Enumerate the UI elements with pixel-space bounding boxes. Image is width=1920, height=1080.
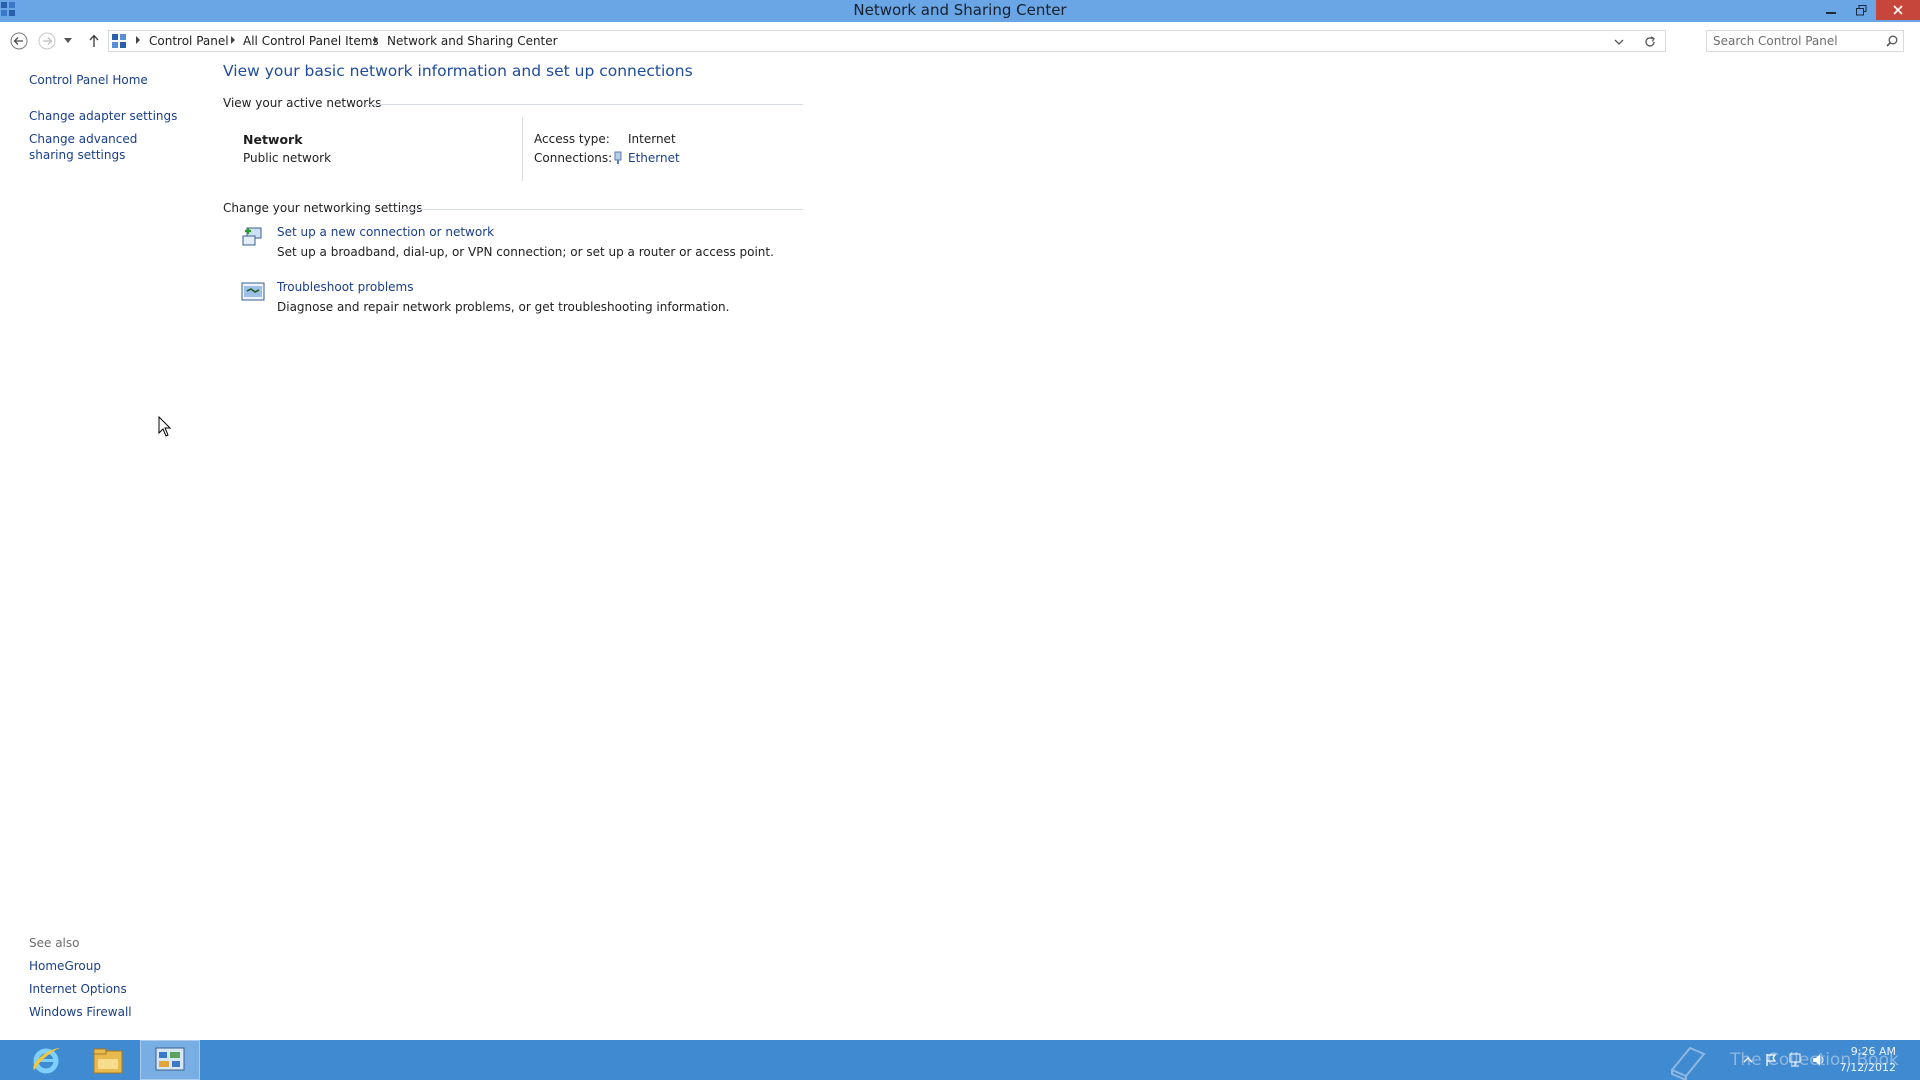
action-center-flag-icon[interactable] [1763,1052,1779,1068]
ethernet-icon [614,151,622,164]
change-adapter-settings-link[interactable]: Change adapter settings [29,108,189,124]
troubleshoot-problems-link[interactable]: Troubleshoot problems [277,280,413,294]
breadcrumb-separator[interactable] [231,36,235,44]
breadcrumb-control-panel[interactable]: Control Panel [149,34,229,48]
mouse-pointer-icon [158,416,172,437]
control-panel-icon [155,1047,185,1071]
section-divider [401,209,803,210]
control-panel-location-icon [112,34,126,48]
refresh-icon[interactable] [1643,35,1657,49]
troubleshoot-description: Diagnose and repair network problems, or… [277,300,730,314]
title-bar: Network and Sharing Center [0,0,1920,22]
address-bar[interactable]: Control Panel All Control Panel Items Ne… [108,30,1666,52]
breadcrumb-network-and-sharing-center[interactable]: Network and Sharing Center [387,34,558,48]
file-explorer-taskbar-button[interactable] [78,1040,138,1080]
internet-explorer-taskbar-button[interactable] [16,1040,76,1080]
change-advanced-sharing-settings-link[interactable]: Change advanced sharing settings [29,131,174,163]
window-title: Network and Sharing Center [853,1,1067,19]
address-history-chevron-icon[interactable] [1613,36,1625,48]
folder-icon [93,1048,123,1074]
connections-label: Connections: [534,151,613,165]
chevron-down-icon [64,38,72,43]
homegroup-link[interactable]: HomeGroup [29,958,199,974]
breadcrumb-all-control-panel-items[interactable]: All Control Panel Items [243,34,379,48]
up-arrow-icon [89,34,99,47]
volume-icon[interactable] [1811,1052,1827,1068]
new-connection-icon [242,227,262,246]
network-category-link[interactable]: Public network [243,151,331,165]
see-also-section: See also HomeGroup Internet Options Wind… [29,936,199,1027]
internet-options-link[interactable]: Internet Options [29,981,199,997]
control-panel-home-link[interactable]: Control Panel Home [29,72,189,88]
forward-button[interactable] [37,31,57,51]
section-divider [365,104,803,105]
network-info-divider [522,117,523,181]
search-box[interactable] [1706,30,1904,52]
up-button[interactable] [84,31,104,51]
access-type-label: Access type: [534,132,610,146]
internet-explorer-icon [33,1048,60,1074]
ethernet-connection-link[interactable]: Ethernet [628,151,680,165]
restore-button[interactable] [1846,0,1876,20]
back-button[interactable] [9,31,29,51]
windows-firewall-link[interactable]: Windows Firewall [29,1004,199,1020]
setup-connection-description: Set up a broadband, dial-up, or VPN conn… [277,245,774,259]
clock-time: 9:26 AM [1850,1045,1896,1058]
breadcrumb-separator[interactable] [136,36,140,44]
close-button[interactable] [1876,0,1920,20]
left-task-pane: Control Panel Home Change adapter settin… [29,72,189,163]
navigation-bar: Control Panel All Control Panel Items Ne… [0,22,1920,58]
system-clock[interactable]: 9:26 AM 7/12/2012 [1840,1044,1896,1076]
breadcrumb-separator[interactable] [374,36,378,44]
taskbar: The Collection Book 9:26 AM 7/12/2012 [0,1040,1920,1080]
access-type-value: Internet [628,132,676,146]
clock-date: 7/12/2012 [1839,1061,1896,1074]
book-watermark-icon [1670,1046,1706,1080]
minimize-icon [1826,12,1836,14]
active-networks-header: View your active networks [223,96,382,110]
show-hidden-icons-chevron-icon[interactable] [1740,1052,1756,1068]
forward-arrow-icon [38,32,56,50]
setup-connection-link[interactable]: Set up a new connection or network [277,225,494,239]
minimize-button[interactable] [1816,0,1846,20]
troubleshoot-icon [241,282,265,301]
restore-icon [1855,4,1866,15]
network-tray-icon[interactable] [1787,1052,1803,1068]
networking-settings-header: Change your networking settings [223,201,423,215]
control-panel-taskbar-button[interactable] [140,1040,200,1080]
close-icon [1893,5,1903,15]
recent-locations-dropdown[interactable] [62,31,74,51]
page-heading: View your basic network information and … [223,62,693,80]
search-input[interactable] [1713,34,1873,48]
see-also-header: See also [29,936,80,950]
network-name: Network [243,132,303,147]
back-arrow-icon [10,32,28,50]
search-icon[interactable] [1886,35,1898,47]
